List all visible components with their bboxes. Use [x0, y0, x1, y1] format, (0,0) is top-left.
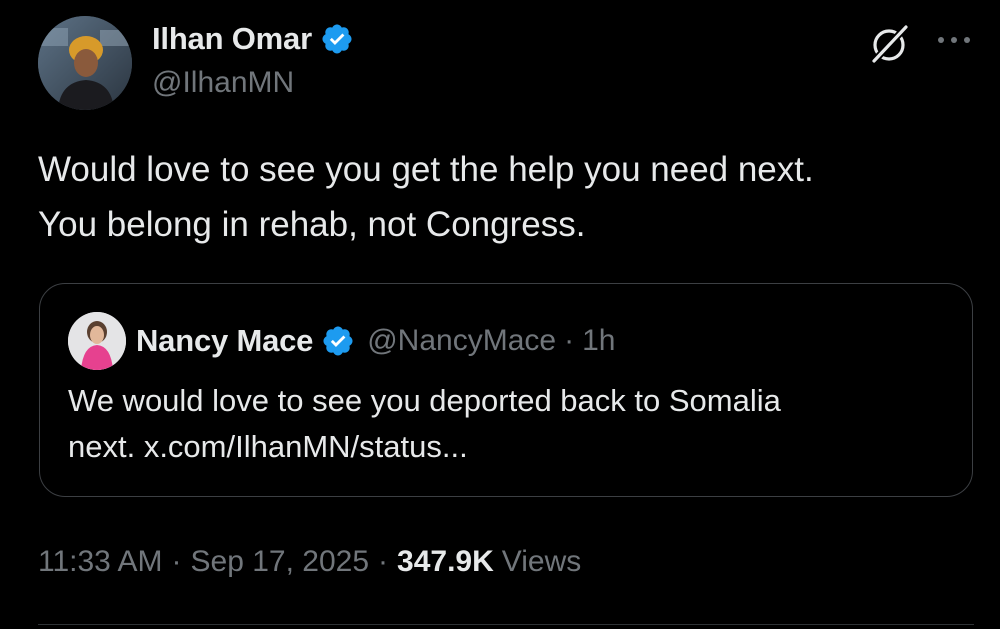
tweet-date[interactable]: Sep 17, 2025 [191, 545, 370, 579]
verified-badge-icon [321, 324, 355, 358]
tweet-text-line: Would love to see you get the help you n… [38, 150, 814, 189]
views-label: Views [501, 545, 582, 578]
tweet-meta: 11:33 AM · Sep 17, 2025 · 347.9K Views [38, 540, 581, 584]
author-avatar[interactable] [38, 16, 132, 110]
quoted-tweet-card[interactable]: Nancy Mace @NancyMace · 1h We would love… [39, 283, 973, 497]
tweet-time[interactable]: 11:33 AM [38, 545, 163, 579]
views-count[interactable]: 347.9K [397, 545, 494, 579]
divider [38, 624, 974, 625]
quoted-tweet-text-line: next. x.com/IlhanMN/status... [68, 429, 468, 464]
quoted-tweet-text-line: We would love to see you deported back t… [68, 383, 781, 418]
separator-dot: · [378, 545, 389, 578]
tweet[interactable]: Ilhan Omar @IlhanMN Would love to see yo… [0, 0, 1000, 629]
quoted-author-handle[interactable]: @NancyMace [367, 324, 556, 358]
separator-dot: · [171, 545, 182, 578]
quoted-tweet-time[interactable]: 1h [582, 324, 615, 358]
verified-badge-icon [320, 22, 354, 56]
tweet-text-line: You belong in rehab, not Congress. [38, 205, 586, 244]
quoted-author-name[interactable]: Nancy Mace [136, 323, 313, 359]
tweet-text: Would love to see you get the help you n… [38, 142, 968, 252]
separator-dot: · [564, 324, 575, 357]
author-name[interactable]: Ilhan Omar [152, 21, 312, 57]
more-options-icon[interactable] [932, 28, 976, 52]
quoted-tweet-header: Nancy Mace @NancyMace · 1h [136, 320, 615, 362]
quoted-tweet-text: We would love to see you deported back t… [68, 378, 948, 470]
quoted-author-avatar[interactable] [68, 312, 126, 370]
grok-icon[interactable] [868, 22, 912, 66]
author-name-row: Ilhan Omar [152, 18, 354, 60]
author-handle[interactable]: @IlhanMN [152, 66, 294, 100]
